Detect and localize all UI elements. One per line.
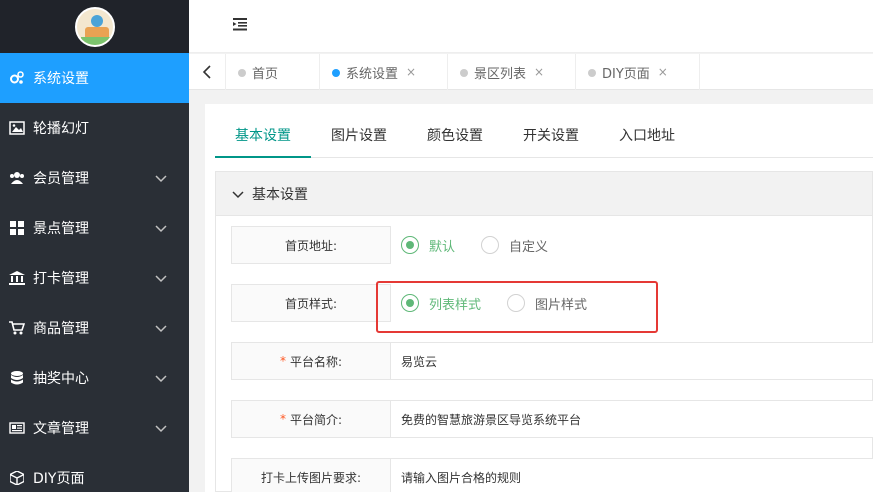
sidebar-item-members[interactable]: 会员管理 <box>0 153 189 203</box>
tab-basic-settings[interactable]: 基本设置 <box>215 116 311 158</box>
sidebar-item-label: 打卡管理 <box>33 271 89 287</box>
sidebar-item-label: 会员管理 <box>33 171 89 187</box>
tab-switch-settings[interactable]: 开关设置 <box>503 116 599 158</box>
image-icon <box>9 120 25 136</box>
checkin-requirement-label: 打卡上传图片要求: <box>231 458 391 492</box>
radio-label: 默认 <box>429 239 456 255</box>
logo-area <box>0 0 189 53</box>
platform-intro-input[interactable]: 免费的智慧旅游景区导览系统平台 <box>390 400 873 438</box>
tab-close-icon[interactable]: × <box>406 65 416 79</box>
checkin-requirement-input[interactable]: 请输入图片合格的规则 <box>390 458 873 492</box>
tab-label: 系统设置 <box>346 66 399 82</box>
home-address-radio-group: 默认 自定义 <box>401 226 574 264</box>
chevron-down-icon <box>155 425 167 433</box>
menu-collapse-icon[interactable] <box>232 16 248 32</box>
home-address-label: 首页地址: <box>231 226 391 264</box>
chevron-down-icon <box>155 175 167 183</box>
sidebar-item-label: DIY页面 <box>33 471 85 487</box>
sidebar-item-articles[interactable]: 文章管理 <box>0 403 189 453</box>
bank-icon <box>9 270 25 286</box>
tab-image-settings[interactable]: 图片设置 <box>311 116 407 158</box>
sidebar-item-system-settings[interactable]: 系统设置 <box>0 53 189 103</box>
platform-intro-label: * 平台简介: <box>231 400 391 438</box>
sidebar-item-label: 景点管理 <box>33 221 89 237</box>
tab-color-settings[interactable]: 颜色设置 <box>407 116 503 158</box>
tab-scroll-left-button[interactable] <box>189 54 226 90</box>
sidebar-item-diy[interactable]: DIY页面 <box>0 453 189 492</box>
tab-dot <box>460 69 468 77</box>
tab-entry-address[interactable]: 入口地址 <box>599 116 695 158</box>
panel-title: 基本设置 <box>252 186 308 203</box>
label-text: 平台简介: <box>289 412 343 427</box>
page-tab-bar: 首页 系统设置 × 景区列表 × DIY页面 × <box>189 54 873 90</box>
tab-label: 景区列表 <box>474 66 527 82</box>
sidebar-item-label: 轮播幻灯 <box>33 121 89 137</box>
sidebar-item-label: 系统设置 <box>33 71 89 87</box>
chevron-down-icon <box>155 225 167 233</box>
sidebar-item-goods[interactable]: 商品管理 <box>0 303 189 353</box>
sidebar-item-label: 文章管理 <box>33 421 89 437</box>
radio-circle <box>401 236 419 254</box>
page-tab-home[interactable]: 首页 <box>226 54 320 90</box>
tab-label: DIY页面 <box>602 66 650 82</box>
settings-sub-tabs: 基本设置 图片设置 颜色设置 开关设置 入口地址 <box>215 116 873 158</box>
tab-close-icon[interactable]: × <box>534 65 544 79</box>
home-style-label: 首页样式: <box>231 284 391 322</box>
platform-name-row: * 平台名称: 易览云 <box>231 342 873 380</box>
sidebar-item-label: 抽奖中心 <box>33 371 89 387</box>
page-tab-diy[interactable]: DIY页面 × <box>576 54 700 90</box>
platform-name-input[interactable]: 易览云 <box>390 342 873 380</box>
chevron-left-icon <box>202 65 211 79</box>
chevron-down-icon <box>232 190 244 198</box>
tab-dot <box>588 69 596 77</box>
tab-close-icon[interactable]: × <box>658 65 668 79</box>
newspaper-icon <box>9 420 25 436</box>
radio-circle <box>481 236 500 254</box>
sidebar-item-checkin[interactable]: 打卡管理 <box>0 253 189 303</box>
platform-intro-row: * 平台简介: 免费的智慧旅游景区导览系统平台 <box>231 400 873 438</box>
tab-dot <box>332 69 340 77</box>
radio-custom[interactable]: 自定义 <box>481 236 548 255</box>
radio-default[interactable]: 默认 <box>401 236 455 255</box>
users-icon <box>9 170 25 186</box>
app-logo[interactable] <box>74 6 115 47</box>
sidebar-item-lottery[interactable]: 抽奖中心 <box>0 353 189 403</box>
sidebar-item-carousel[interactable]: 轮播幻灯 <box>0 103 189 153</box>
top-header <box>189 0 873 53</box>
chevron-down-icon <box>155 275 167 283</box>
chevron-down-icon <box>155 325 167 333</box>
home-address-row: 首页地址: 默认 自定义 <box>231 226 873 264</box>
panel-header[interactable]: 基本设置 <box>216 172 872 216</box>
radio-label: 自定义 <box>509 239 549 255</box>
platform-name-label: * 平台名称: <box>231 342 391 380</box>
sidebar: 系统设置 轮播幻灯 会员管理 景点管理 打卡管理 商品管理 抽奖中心 文章管理 … <box>0 0 189 492</box>
sidebar-item-label: 商品管理 <box>33 321 89 337</box>
required-mark: * <box>279 354 286 368</box>
gears-icon <box>9 70 25 86</box>
required-mark: * <box>279 412 286 426</box>
cart-icon <box>9 320 25 336</box>
page-tab-scenic-list[interactable]: 景区列表 × <box>448 54 576 90</box>
tab-dot <box>238 69 246 77</box>
database-icon <box>9 370 25 386</box>
label-text: 平台名称: <box>289 354 343 369</box>
page-tab-system-settings[interactable]: 系统设置 × <box>320 54 448 90</box>
cube-icon <box>9 470 25 486</box>
tab-label: 首页 <box>252 66 279 82</box>
chevron-down-icon <box>155 375 167 383</box>
grid-icon <box>9 220 25 236</box>
sidebar-item-scenic[interactable]: 景点管理 <box>0 203 189 253</box>
checkin-requirement-row: 打卡上传图片要求: 请输入图片合格的规则 <box>231 458 873 492</box>
highlight-box <box>376 281 658 333</box>
